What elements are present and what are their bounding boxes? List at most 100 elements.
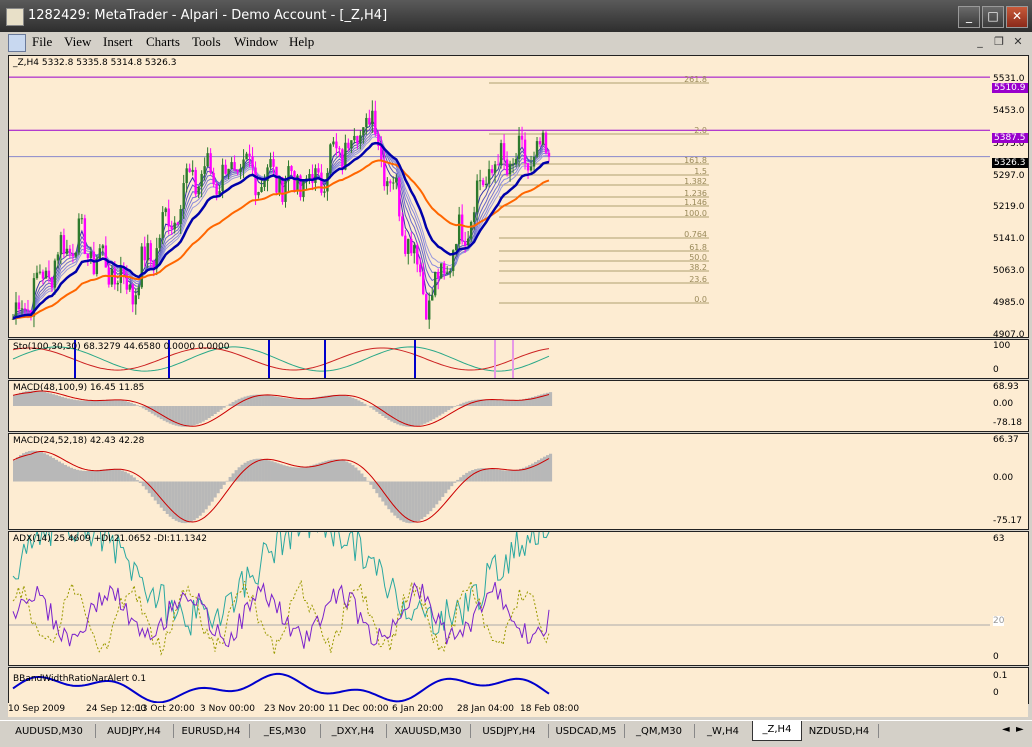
price-pane[interactable]: _Z,H4 5332.8 5335.8 5314.8 5326.3 261.82…	[8, 55, 991, 338]
candle-body	[135, 295, 137, 304]
candle-body	[233, 162, 235, 170]
price-axis[interactable]: 5531.0 5453.0 5375.0 5297.0 5219.0 5141.…	[990, 55, 1029, 338]
tabs-scroll-right-icon[interactable]: ►	[1016, 724, 1024, 735]
macd-48-histogram-bar	[118, 400, 121, 406]
macd-48-histogram-bar	[393, 406, 396, 423]
candle-body	[407, 239, 409, 254]
close-button[interactable]: ✕	[1006, 6, 1028, 28]
macd-48-histogram-bar	[181, 406, 184, 427]
bbandwidth-pane[interactable]: BBandWidthRatioNarAlert 0.1	[8, 667, 991, 704]
mdi-restore-button[interactable]: ❐	[991, 34, 1007, 50]
macd-48-histogram-bar	[70, 399, 73, 406]
tab-eurusd-h4[interactable]: EURUSD,H4	[176, 723, 246, 740]
menu-file[interactable]: File	[32, 34, 52, 50]
tab-nzdusd-h4[interactable]: NZDUSD,H4	[803, 723, 875, 740]
candle-body	[392, 183, 394, 184]
macd-24-histogram-bar	[519, 469, 522, 482]
macd-24-tick: -75.17	[993, 516, 1022, 526]
candle-body	[518, 136, 520, 159]
macd-24-histogram-bar	[187, 482, 190, 523]
candle-body	[245, 154, 247, 160]
macd-24-histogram-bar	[268, 460, 271, 481]
candle-body	[515, 159, 517, 164]
tab-w-h4[interactable]: _W,H4	[697, 723, 749, 740]
candle-body	[521, 136, 523, 140]
candle-body	[206, 153, 208, 166]
menu-view[interactable]: View	[64, 34, 91, 50]
macd-24-histogram-bar	[223, 482, 226, 485]
tabs-scroll-left-icon[interactable]: ◄	[1002, 724, 1010, 735]
candle-body	[326, 173, 328, 191]
candle-body	[260, 187, 262, 192]
macd-48-histogram-bar	[360, 402, 363, 406]
tab-es-m30[interactable]: _ES,M30	[252, 723, 318, 740]
adx-pane[interactable]: ADX(14) 25.4609 +DI:21.0652 -DI:11.1342	[8, 531, 991, 666]
candle-body	[87, 254, 89, 258]
time-label: 11 Dec 00:00	[328, 704, 389, 714]
macd-24-histogram-bar	[435, 482, 438, 505]
macd-48-histogram-bar	[342, 395, 345, 406]
tab-audusd-m30[interactable]: AUDUSD,M30	[6, 723, 92, 740]
macd-48-histogram-bar	[40, 391, 43, 406]
mdi-close-button[interactable]: ✕	[1010, 34, 1026, 50]
candle-body	[236, 170, 238, 172]
macd-24-histogram-bar	[115, 469, 118, 481]
candle-body	[39, 272, 41, 273]
menu-insert[interactable]: Insert	[103, 34, 133, 50]
tab-usdcad-m5[interactable]: USDCAD,M5	[551, 723, 621, 740]
candle-body	[302, 180, 304, 197]
macd-24-histogram-bar	[453, 482, 456, 483]
price-tick: 4985.0	[993, 298, 1025, 308]
menu-tools[interactable]: Tools	[192, 34, 221, 50]
macd-24-histogram-bar	[285, 466, 288, 481]
menu-charts[interactable]: Charts	[146, 34, 180, 50]
candle-body	[335, 142, 337, 149]
title-bar[interactable]: 1282429: MetaTrader - Alpari - Demo Acco…	[0, 0, 1032, 32]
tab-z-h4[interactable]: _Z,H4	[752, 721, 802, 741]
minimize-button[interactable]: _	[958, 6, 980, 28]
app-icon	[6, 8, 24, 26]
tab-audjpy-h4[interactable]: AUDJPY,H4	[98, 723, 170, 740]
macd-48-histogram-bar	[387, 406, 390, 420]
tab-usdjpy-h4[interactable]: USDJPY,H4	[473, 723, 545, 740]
macd-24-histogram-bar	[432, 482, 435, 508]
macd-48-histogram-bar	[274, 396, 277, 406]
macd-24-histogram-bar	[136, 480, 139, 481]
fibonacci-level-label: 261.8	[684, 75, 707, 84]
stochastic-label: Sto(100,30,30) 68.3279 44.6580 0.0000 0.…	[13, 342, 229, 352]
macd-24-histogram-bar	[52, 458, 55, 482]
macd-24-histogram-bar	[64, 465, 67, 482]
macd-24-histogram-bar	[73, 469, 76, 482]
adx-chart	[9, 532, 990, 665]
macd-24-histogram-bar	[309, 466, 312, 482]
candle-body	[254, 168, 256, 196]
candle-body	[347, 143, 349, 148]
candle-body	[476, 181, 478, 213]
macd-48-histogram-bar	[88, 401, 91, 406]
tab-separator	[548, 724, 549, 738]
macd-24-histogram-bar	[280, 464, 283, 481]
macd-24-histogram-bar	[342, 460, 345, 481]
candle-body	[458, 215, 460, 245]
tab-xauusd-m30[interactable]: XAUUSD,M30	[389, 723, 467, 740]
mdi-minimize-button[interactable]: _	[972, 34, 988, 50]
chart-document-icon[interactable]	[8, 34, 26, 52]
fibonacci-level-label: 1.236	[684, 189, 707, 198]
macd-48-histogram-bar	[37, 391, 40, 406]
price-tick: 5219.0	[993, 202, 1025, 212]
macd-24-histogram-bar	[420, 482, 423, 520]
menu-window[interactable]: Window	[234, 34, 278, 50]
tab-dxy-h4[interactable]: _DXY,H4	[323, 723, 383, 740]
menu-help[interactable]: Help	[289, 34, 314, 50]
macd-48-histogram-bar	[262, 395, 265, 406]
maximize-button[interactable]: □	[982, 6, 1004, 28]
candle-body	[281, 177, 283, 201]
macd-24-pane[interactable]: MACD(24,52,18) 42.43 42.28	[8, 433, 991, 530]
macd-48-pane[interactable]: MACD(48,100,9) 16.45 11.85	[8, 380, 991, 432]
macd-48-histogram-bar	[124, 401, 127, 406]
macd-48-histogram-bar	[169, 406, 172, 424]
tab-qm-m30[interactable]: _QM,M30	[627, 723, 691, 740]
macd-24-histogram-bar	[211, 482, 214, 502]
bbandwidth-tick: 0	[993, 688, 999, 698]
stochastic-pane[interactable]: Sto(100,30,30) 68.3279 44.6580 0.0000 0.…	[8, 339, 991, 379]
